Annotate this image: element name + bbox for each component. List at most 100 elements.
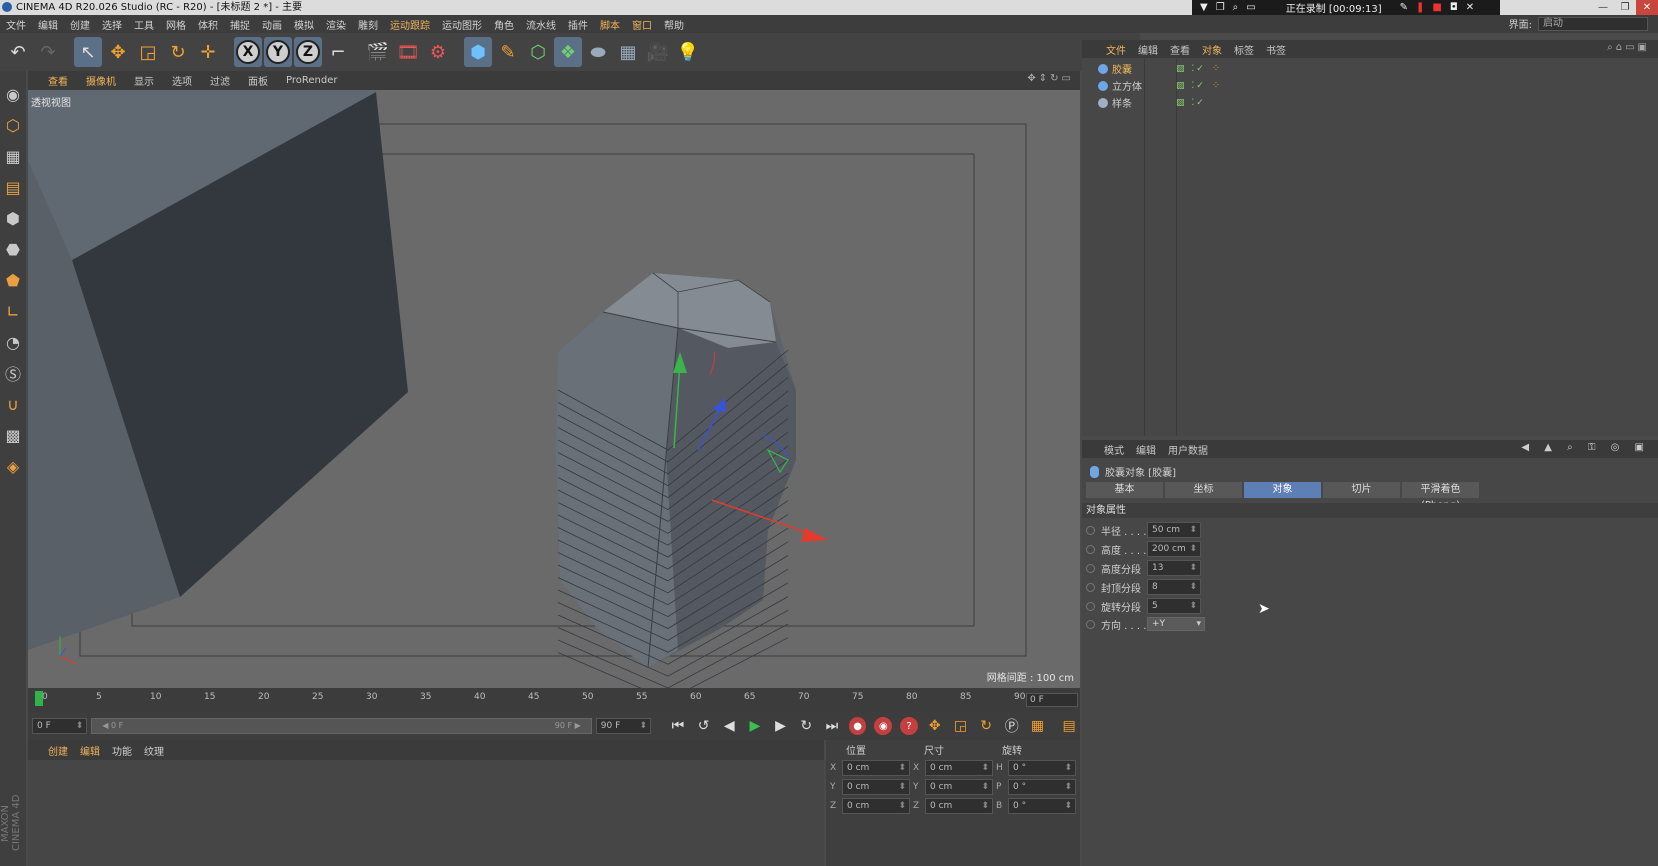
- visibility-flags[interactable]: ▨ ⁚✓: [1176, 98, 1206, 108]
- material-menu-edit[interactable]: 编辑: [80, 743, 100, 758]
- zoom-icon[interactable]: ⌕: [1233, 2, 1239, 13]
- pause-icon[interactable]: ❚: [1416, 2, 1424, 13]
- subdivision-icon[interactable]: ⬡: [524, 37, 552, 67]
- object-menu-file[interactable]: 文件: [1106, 42, 1126, 57]
- cloner-icon[interactable]: ❖: [554, 37, 582, 67]
- menu-character[interactable]: 角色: [488, 17, 520, 32]
- object-row-capsule[interactable]: 胶囊 ▨ ⁚✓ ⁘: [1082, 60, 1658, 77]
- redo-icon[interactable]: ↷: [34, 37, 62, 67]
- make-editable-icon[interactable]: ◉: [2, 81, 24, 107]
- object-menu-edit[interactable]: 编辑: [1138, 42, 1158, 57]
- menu-mesh[interactable]: 网格: [160, 17, 192, 32]
- animate-radio-icon[interactable]: [1086, 544, 1095, 554]
- auto-key-icon[interactable]: ◉: [874, 717, 893, 735]
- menu-mograph[interactable]: 运动图形: [436, 17, 488, 32]
- phong-tag-icon[interactable]: ⁘: [1212, 80, 1220, 91]
- edges-mode-icon[interactable]: ⬣: [2, 236, 24, 262]
- x-axis-icon[interactable]: X: [234, 37, 262, 67]
- object-menu-tags[interactable]: 标签: [1234, 42, 1254, 57]
- position-key-icon[interactable]: ✥: [924, 715, 946, 737]
- size-z-field[interactable]: 0 cm ⬍: [925, 797, 993, 814]
- next-key-icon[interactable]: ↻: [795, 715, 817, 737]
- viewport-menu-panel[interactable]: 面板: [248, 73, 268, 88]
- visibility-flags[interactable]: ▨ ⁚✓: [1176, 64, 1206, 74]
- render-view-icon[interactable]: 🎬: [364, 37, 392, 67]
- record-keys-icon[interactable]: ●: [848, 717, 867, 735]
- menu-simulate[interactable]: 模拟: [288, 17, 320, 32]
- viewport-menu-filter[interactable]: 过滤: [210, 73, 230, 88]
- menu-motion-tracking[interactable]: 运动跟踪: [384, 17, 436, 32]
- start-frame-field[interactable]: 0 F ⬍: [32, 718, 88, 734]
- object-menu-bookmarks[interactable]: 书签: [1266, 42, 1286, 57]
- close-button[interactable]: ✕: [1636, 0, 1658, 15]
- attribute-menu-edit[interactable]: 编辑: [1136, 442, 1156, 457]
- menu-script[interactable]: 脚本: [594, 17, 626, 32]
- animate-radio-icon[interactable]: [1086, 525, 1095, 535]
- rotation-b-field[interactable]: 0 ° ⬍: [1008, 797, 1076, 814]
- orientation-dropdown[interactable]: +Y: [1147, 617, 1205, 631]
- tab-coord[interactable]: 坐标: [1165, 482, 1242, 498]
- menu-volume[interactable]: 体积: [192, 17, 224, 32]
- cube-icon[interactable]: ⬢: [464, 37, 492, 67]
- phong-tag-icon[interactable]: ⁘: [1212, 63, 1220, 74]
- menu-edit[interactable]: 编辑: [32, 17, 64, 32]
- position-y-field[interactable]: 0 cm ⬍: [842, 778, 910, 795]
- viewport-menu-display[interactable]: 显示: [134, 73, 154, 88]
- menu-plugins[interactable]: 插件: [562, 17, 594, 32]
- model-mode-icon[interactable]: ⬡: [2, 112, 24, 138]
- go-to-start-icon[interactable]: ⏮: [667, 715, 689, 737]
- menu-create[interactable]: 创建: [64, 17, 96, 32]
- layout-dropdown[interactable]: 启动: [1538, 16, 1648, 31]
- cap-segments-field[interactable]: 8 ⬍: [1147, 579, 1201, 595]
- grid-snap-icon[interactable]: ▩: [2, 422, 24, 448]
- animate-radio-icon[interactable]: [1086, 601, 1095, 611]
- animate-radio-icon[interactable]: [1086, 619, 1095, 629]
- object-menu-view[interactable]: 查看: [1170, 42, 1190, 57]
- preview-range-slider[interactable]: ◀ 0 F 90 F ▶: [91, 718, 592, 734]
- viewport-menu-prorender[interactable]: ProRender: [286, 75, 337, 86]
- size-x-field[interactable]: 0 cm ⬍: [925, 759, 993, 776]
- menu-window[interactable]: 窗口: [626, 17, 658, 32]
- live-move-icon[interactable]: ✛: [194, 37, 222, 67]
- floor-icon[interactable]: ▦: [614, 37, 642, 67]
- close-recording-icon[interactable]: ✕: [1466, 2, 1474, 13]
- chevron-down-icon[interactable]: ▼: [1200, 2, 1208, 13]
- position-x-field[interactable]: 0 cm ⬍: [842, 759, 910, 776]
- camera-icon[interactable]: 🎥: [644, 37, 672, 67]
- lock-workplane-icon[interactable]: ◈: [2, 453, 24, 479]
- tweak-mode-icon[interactable]: ◔: [2, 329, 24, 355]
- height-field[interactable]: 200 cm ⬍: [1147, 541, 1201, 557]
- polygons-mode-icon[interactable]: ⬟: [2, 267, 24, 293]
- visibility-flags[interactable]: ▨ ⁚✓: [1176, 81, 1206, 91]
- viewport-menu-options[interactable]: 选项: [172, 73, 192, 88]
- attribute-menu-userdata[interactable]: 用户数据: [1168, 442, 1208, 457]
- timeline-ruler[interactable]: 0 5 10 15 20 25 30 35 40 45 50 55 60 65 70 75 80 85 90 0 F: [28, 688, 1080, 712]
- render-picture-viewer-icon[interactable]: 🎞: [394, 37, 422, 67]
- camera-snapshot-icon[interactable]: ◘: [1450, 2, 1458, 13]
- material-menu-function[interactable]: 功能: [112, 743, 132, 758]
- menu-tools[interactable]: 工具: [128, 17, 160, 32]
- maximize-button[interactable]: ❐: [1614, 0, 1636, 15]
- viewport-menu-cameras[interactable]: 摄像机: [86, 73, 116, 88]
- rotation-p-field[interactable]: 0 ° ⬍: [1008, 778, 1076, 795]
- pen-icon[interactable]: ✎: [494, 37, 522, 67]
- menu-sculpt[interactable]: 雕刻: [352, 17, 384, 32]
- material-menu-create[interactable]: 创建: [48, 743, 68, 758]
- minimize-button[interactable]: —: [1592, 0, 1614, 15]
- tab-phong[interactable]: 平滑着色(Phong): [1402, 482, 1479, 511]
- menu-pipeline[interactable]: 流水线: [520, 17, 562, 32]
- render-settings-icon[interactable]: ⚙: [424, 37, 452, 67]
- select-icon[interactable]: ↖: [74, 37, 102, 67]
- menu-select[interactable]: 选择: [96, 17, 128, 32]
- material-menu-texture[interactable]: 纹理: [144, 743, 164, 758]
- light-icon[interactable]: 💡: [674, 37, 702, 67]
- previous-frame-icon[interactable]: ◀: [718, 715, 740, 737]
- menu-help[interactable]: 帮助: [658, 17, 690, 32]
- keyframe-selection-icon[interactable]: ?: [900, 717, 918, 735]
- undo-icon[interactable]: ↶: [4, 37, 32, 67]
- size-y-field[interactable]: 0 cm ⬍: [925, 778, 993, 795]
- next-frame-icon[interactable]: ▶: [770, 715, 792, 737]
- z-axis-icon[interactable]: Z: [294, 37, 322, 67]
- object-row-cube[interactable]: 立方体 ▨ ⁚✓ ⁘: [1082, 77, 1658, 94]
- scale-icon[interactable]: ◲: [134, 37, 162, 67]
